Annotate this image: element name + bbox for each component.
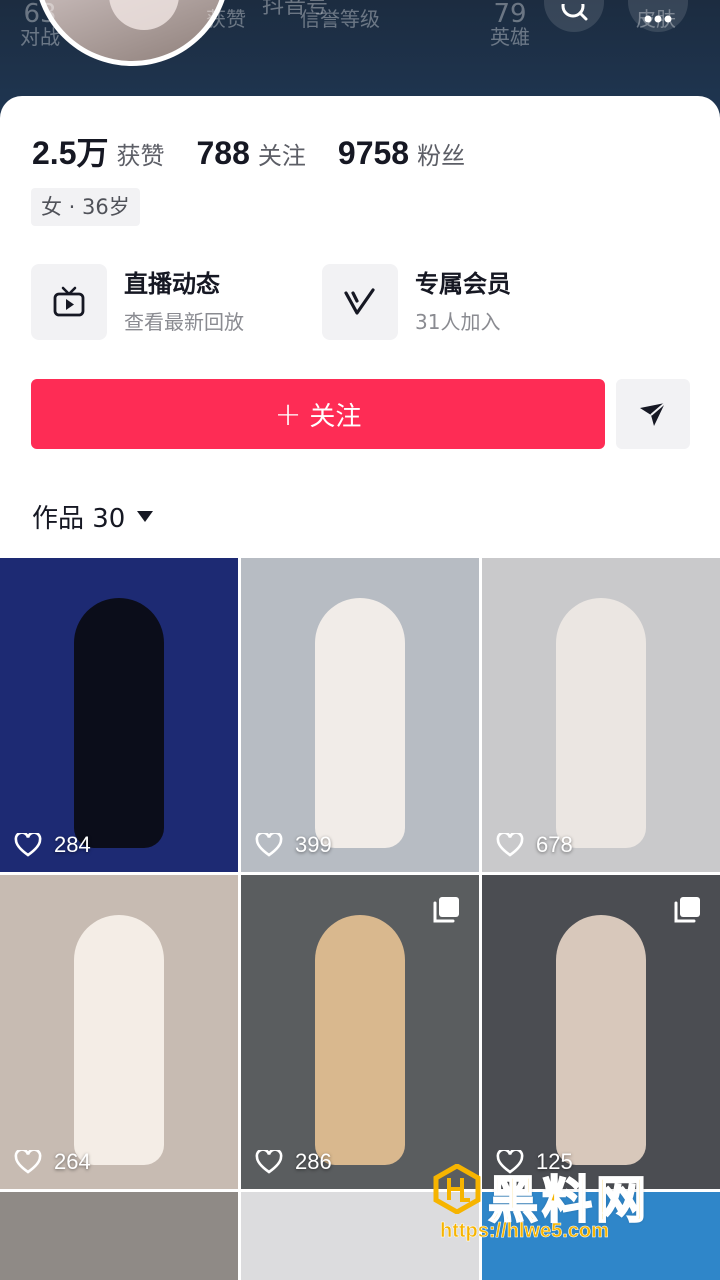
stat-likes[interactable]: 2.5万 获赞 [32, 128, 165, 174]
video-tile[interactable]: 678 [482, 558, 720, 872]
multi-image-icon [674, 897, 700, 923]
header-stat-label: 获赞 [206, 7, 246, 31]
feature-subtitle: 31人加入 [415, 310, 501, 334]
header-stat-num: 79 [493, 0, 527, 24]
video-tile[interactable]: 284 [0, 558, 238, 872]
follow-button[interactable]: + 关注 [31, 379, 605, 449]
thumbnail-figure [556, 598, 646, 848]
like-count: 678 [496, 832, 573, 858]
heart-icon [255, 1150, 283, 1174]
like-count-value: 399 [295, 832, 332, 857]
profile-card: 2.5万 获赞 788 关注 9758 粉丝 女 · 36岁 直播动态 查看最新… [0, 96, 720, 566]
thumbnail-figure [74, 598, 164, 848]
header-stat-battles: 63 对战 [0, 0, 80, 50]
v-membership-icon [322, 264, 398, 340]
header-stat-label: 英雄 [490, 25, 530, 49]
search-icon [561, 4, 588, 21]
thumbnail-figure [556, 915, 646, 1165]
feature-title: 专属会员 [415, 270, 511, 298]
stat-label: 获赞 [116, 142, 165, 170]
header-stat-credit: 信誉等级 [290, 6, 390, 32]
more-icon [644, 15, 672, 23]
thumbnail-figure [74, 915, 164, 1165]
header-stat-label: 信誉等级 [300, 7, 380, 31]
header-stat-label: 对战 [20, 25, 60, 49]
stat-number: 9758 [337, 135, 410, 171]
video-tile[interactable] [0, 1192, 238, 1280]
header-stat-num: 63 [23, 0, 57, 24]
heart-icon [14, 833, 42, 857]
video-tile[interactable]: 286 [241, 875, 479, 1189]
thumbnail-figure [315, 915, 405, 1165]
like-count-value: 284 [54, 832, 91, 857]
like-count-value: 286 [295, 1149, 332, 1174]
like-count: 399 [255, 832, 332, 858]
feature-title: 直播动态 [124, 270, 220, 298]
like-count-value: 678 [536, 832, 573, 857]
thumbnail-figure [315, 598, 405, 848]
stat-number: 2.5万 [32, 135, 109, 171]
works-label: 作品 30 [32, 504, 126, 534]
profile-stats: 2.5万 获赞 788 关注 9758 粉丝 [32, 128, 497, 174]
video-tile[interactable]: 264 [0, 875, 238, 1189]
plus-icon: + [274, 395, 302, 433]
like-count: 264 [14, 1149, 91, 1175]
like-count: 284 [14, 832, 91, 858]
stat-following[interactable]: 788 关注 [197, 135, 306, 172]
tv-icon [31, 264, 107, 340]
watermark-logo-icon [433, 1164, 481, 1214]
follow-label: 关注 [309, 401, 362, 432]
heart-icon [14, 1150, 42, 1174]
heart-icon [496, 833, 524, 857]
feature-subtitle: 查看最新回放 [124, 310, 244, 334]
search-button[interactable] [544, 0, 604, 32]
works-tab[interactable]: 作品 30 [32, 498, 154, 535]
live-feed-entry[interactable]: 直播动态 查看最新回放 [31, 264, 244, 340]
like-count: 286 [255, 1149, 332, 1175]
paper-plane-icon [640, 402, 666, 426]
gender-age-tag: 女 · 36岁 [31, 188, 140, 226]
send-message-button[interactable] [616, 379, 690, 449]
stat-label: 关注 [257, 142, 306, 170]
video-tile[interactable]: 399 [241, 558, 479, 872]
caret-down-icon [137, 511, 154, 522]
heart-icon [255, 833, 283, 857]
header-stat-likes: 获赞 [196, 6, 256, 32]
watermark-url: https://hlwe5.com [440, 1220, 609, 1243]
membership-entry[interactable]: 专属会员 31人加入 [322, 264, 511, 340]
stat-followers[interactable]: 9758 粉丝 [338, 135, 465, 172]
like-count-value: 264 [54, 1149, 91, 1174]
watermark: 黑料网 https://hlwe5.com [432, 1164, 712, 1254]
stat-label: 粉丝 [417, 142, 466, 170]
header-stat-heroes: 79 英雄 [480, 0, 540, 50]
video-tile[interactable]: 125 [482, 875, 720, 1189]
stat-number: 788 [196, 135, 250, 171]
multi-image-icon [433, 897, 459, 923]
